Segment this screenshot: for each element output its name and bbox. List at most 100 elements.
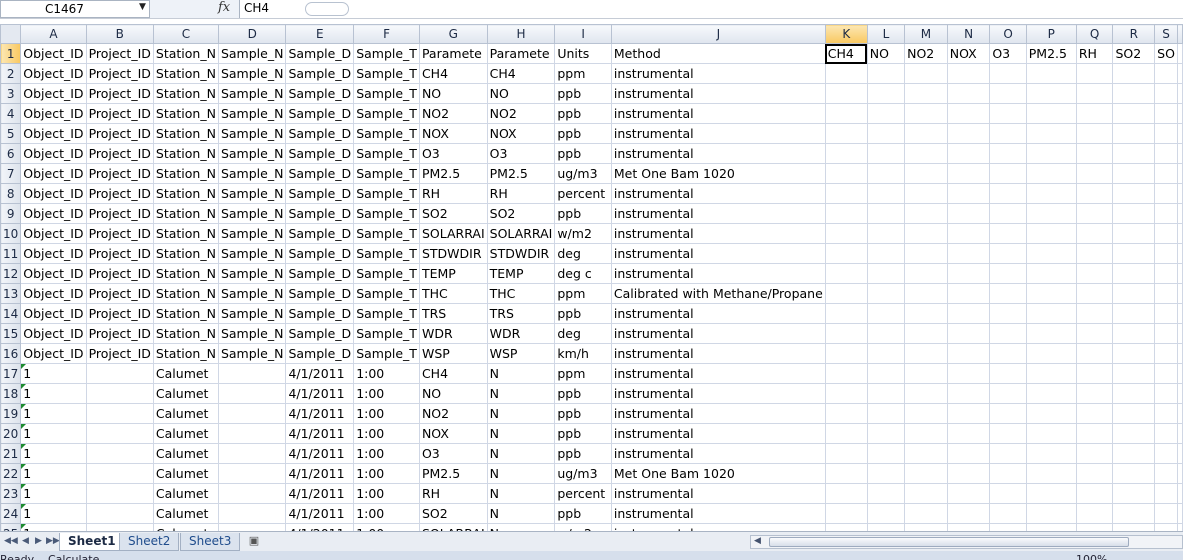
row-header[interactable]: 21 <box>0 443 22 464</box>
cell-e24[interactable]: 4/1/2011 <box>285 503 355 524</box>
cell-k24[interactable] <box>824 503 868 524</box>
cell-l15[interactable] <box>866 323 906 344</box>
cell-c1[interactable]: Station_N <box>152 43 219 64</box>
cell-f14[interactable]: Sample_T <box>353 303 420 324</box>
row-header[interactable]: 14 <box>0 303 22 324</box>
cell-k23[interactable] <box>824 483 868 504</box>
cell-b1[interactable]: Project_ID <box>85 43 154 64</box>
cell-j14[interactable]: instrumental <box>610 303 826 324</box>
cell-s11[interactable] <box>1154 243 1178 264</box>
cell-e22[interactable]: 4/1/2011 <box>285 463 355 484</box>
cell-j5[interactable]: instrumental <box>610 123 826 144</box>
cell-j18[interactable]: instrumental <box>610 383 826 404</box>
cell-s21[interactable] <box>1154 443 1178 464</box>
cell-k6[interactable] <box>824 143 868 164</box>
cell-s12[interactable] <box>1154 263 1178 284</box>
formula-bar-resize-handle[interactable] <box>305 2 349 16</box>
cell-o21[interactable] <box>989 443 1027 464</box>
cell-j1[interactable]: Method <box>610 43 826 64</box>
cell-m17[interactable] <box>904 363 948 384</box>
cell-l21[interactable] <box>866 443 906 464</box>
status-calculate[interactable]: Calculate <box>48 551 99 560</box>
row-header[interactable]: 22 <box>0 463 22 484</box>
column-header-d[interactable]: D <box>217 24 287 44</box>
column-header-e[interactable]: E <box>285 24 355 44</box>
cell-q12[interactable] <box>1075 263 1114 284</box>
cell-g4[interactable]: NO2 <box>418 103 488 124</box>
cell-m19[interactable] <box>904 403 948 424</box>
cell-n15[interactable] <box>946 323 991 344</box>
cell-n7[interactable] <box>946 163 991 184</box>
cell-k17[interactable] <box>824 363 868 384</box>
cell-r22[interactable] <box>1112 463 1156 484</box>
row-header[interactable]: 10 <box>0 223 22 244</box>
cell-d16[interactable]: Sample_N <box>217 343 287 364</box>
cell-i5[interactable]: ppb <box>554 123 612 144</box>
cell-a23[interactable]: 1 <box>20 483 87 504</box>
cell-d10[interactable]: Sample_N <box>217 223 287 244</box>
cell-m16[interactable] <box>904 343 948 364</box>
cell-j19[interactable]: instrumental <box>610 403 826 424</box>
cell-l9[interactable] <box>866 203 906 224</box>
column-header-a[interactable]: A <box>20 24 87 44</box>
cell-s7[interactable] <box>1154 163 1178 184</box>
cell-c19[interactable]: Calumet <box>152 403 219 424</box>
cell-c21[interactable]: Calumet <box>152 443 219 464</box>
cell-e17[interactable]: 4/1/2011 <box>285 363 355 384</box>
cell-h20[interactable]: N <box>486 423 556 444</box>
cell-m12[interactable] <box>904 263 948 284</box>
cell-m22[interactable] <box>904 463 948 484</box>
cell-e9[interactable]: Sample_D <box>285 203 355 224</box>
cell-m20[interactable] <box>904 423 948 444</box>
cell-r6[interactable] <box>1112 143 1156 164</box>
cell-o14[interactable] <box>989 303 1027 324</box>
cell-f12[interactable]: Sample_T <box>353 263 420 284</box>
column-header-s[interactable]: S <box>1154 24 1178 44</box>
cell-i3[interactable]: ppb <box>554 83 612 104</box>
cell-j17[interactable]: instrumental <box>610 363 826 384</box>
cell-f11[interactable]: Sample_T <box>353 243 420 264</box>
cell-h23[interactable]: N <box>486 483 556 504</box>
scrollbar-thumb[interactable] <box>769 537 1129 547</box>
column-header-h[interactable]: H <box>486 24 556 44</box>
cell-d8[interactable]: Sample_N <box>217 183 287 204</box>
cell-k8[interactable] <box>824 183 868 204</box>
cell-e2[interactable]: Sample_D <box>285 63 355 84</box>
chevron-down-icon[interactable]: ▼ <box>139 2 146 12</box>
cell-k16[interactable] <box>824 343 868 364</box>
cell-l22[interactable] <box>866 463 906 484</box>
cell-p23[interactable] <box>1025 483 1077 504</box>
cell-c23[interactable]: Calumet <box>152 483 219 504</box>
cell-b23[interactable] <box>85 483 154 504</box>
cell-p13[interactable] <box>1025 283 1077 304</box>
zoom-level[interactable]: 100% <box>1076 551 1107 560</box>
cell-p7[interactable] <box>1025 163 1077 184</box>
cell-c20[interactable]: Calumet <box>152 423 219 444</box>
cell-l8[interactable] <box>866 183 906 204</box>
cell-k1[interactable]: CH4 <box>824 43 868 64</box>
cell-b24[interactable] <box>85 503 154 524</box>
cell-c9[interactable]: Station_N <box>152 203 219 224</box>
cell-g1[interactable]: Paramete <box>418 43 488 64</box>
cell-j21[interactable]: instrumental <box>610 443 826 464</box>
cell-o23[interactable] <box>989 483 1027 504</box>
cell-s19[interactable] <box>1154 403 1178 424</box>
cell-p11[interactable] <box>1025 243 1077 264</box>
row-header[interactable]: 6 <box>0 143 22 164</box>
row-header[interactable]: 8 <box>0 183 22 204</box>
cell-r14[interactable] <box>1112 303 1156 324</box>
cell-a15[interactable]: Object_ID <box>20 323 87 344</box>
cell-c14[interactable]: Station_N <box>152 303 219 324</box>
column-header-r[interactable]: R <box>1112 24 1156 44</box>
cell-s23[interactable] <box>1154 483 1178 504</box>
cell-n14[interactable] <box>946 303 991 324</box>
column-header-n[interactable]: N <box>946 24 991 44</box>
cell-l5[interactable] <box>866 123 906 144</box>
cell-i17[interactable]: ppm <box>554 363 612 384</box>
name-box[interactable]: C1467 ▼ <box>0 0 150 18</box>
cell-h16[interactable]: WSP <box>486 343 556 364</box>
cell-m23[interactable] <box>904 483 948 504</box>
cell-a18[interactable]: 1 <box>20 383 87 404</box>
cell-g20[interactable]: NOX <box>418 423 488 444</box>
row-header[interactable]: 24 <box>0 503 22 524</box>
